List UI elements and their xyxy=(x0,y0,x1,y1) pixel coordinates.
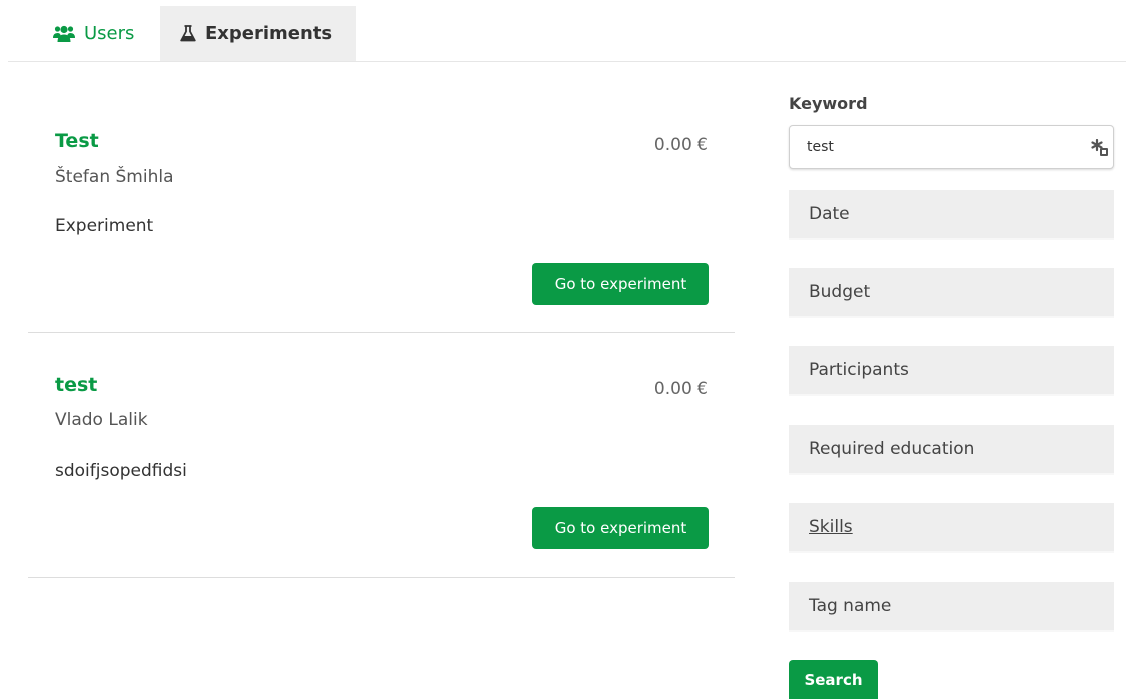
keyword-field[interactable] xyxy=(789,125,1114,169)
experiment-author: Vlado Lalik xyxy=(55,410,148,430)
filter-skills[interactable]: Skills xyxy=(789,503,1114,553)
flask-icon xyxy=(180,25,196,42)
experiment-title[interactable]: test xyxy=(55,374,97,396)
keyword-label: Keyword xyxy=(789,94,868,113)
experiment-description: Experiment xyxy=(55,216,154,236)
filter-label: Budget xyxy=(809,282,871,302)
filter-label: Skills xyxy=(809,517,853,537)
experiment-title[interactable]: Test xyxy=(55,130,99,152)
experiment-price: 0.00 € xyxy=(653,135,708,155)
filter-budget[interactable]: Budget xyxy=(789,268,1114,318)
tab-users[interactable]: Users xyxy=(8,6,158,61)
clear-icon[interactable] xyxy=(1091,138,1109,157)
experiment-card: test Vlado Lalik sdoifjsopedfidsi 0.00 €… xyxy=(28,333,735,578)
users-icon xyxy=(53,25,75,42)
tab-experiments-label: Experiments xyxy=(205,23,333,44)
filter-participants[interactable]: Participants xyxy=(789,346,1114,396)
filter-date[interactable]: Date xyxy=(789,190,1114,240)
keyword-input[interactable] xyxy=(790,126,1085,168)
tab-users-label: Users xyxy=(84,23,135,44)
search-button[interactable]: Search xyxy=(789,660,878,699)
go-to-experiment-button[interactable]: Go to experiment xyxy=(532,263,709,305)
nav-tabs: Users Experiments xyxy=(8,0,1126,62)
experiment-card: Test Štefan Šmihla Experiment 0.00 € Go … xyxy=(28,95,735,333)
filter-label: Tag name xyxy=(809,596,892,616)
experiment-author: Štefan Šmihla xyxy=(55,167,174,187)
experiment-description: sdoifjsopedfidsi xyxy=(55,461,187,481)
filter-tag-name[interactable]: Tag name xyxy=(789,582,1114,632)
tab-experiments[interactable]: Experiments xyxy=(160,6,356,61)
experiment-price: 0.00 € xyxy=(653,379,708,399)
filter-label: Required education xyxy=(809,439,975,459)
go-to-experiment-button[interactable]: Go to experiment xyxy=(532,507,709,549)
filter-label: Participants xyxy=(809,360,909,380)
filter-label: Date xyxy=(809,204,850,224)
filter-required-education[interactable]: Required education xyxy=(789,425,1114,475)
